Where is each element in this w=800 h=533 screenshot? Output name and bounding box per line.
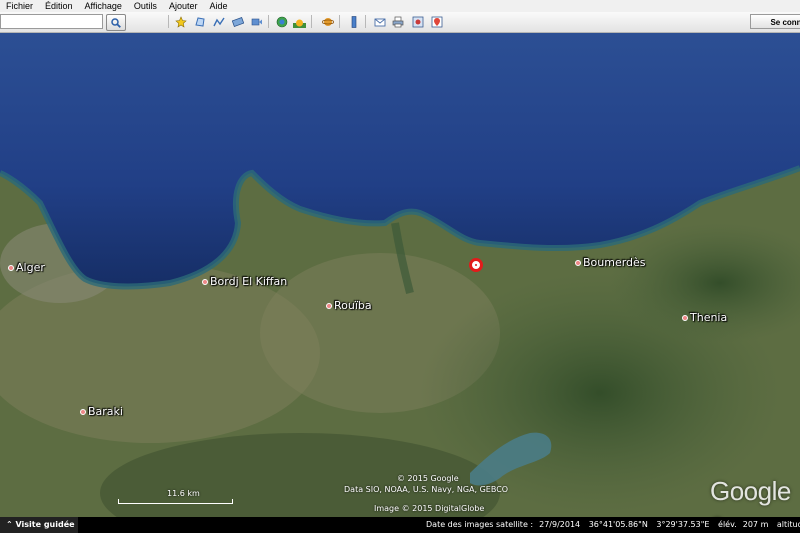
menu-edition[interactable]: Édition [39,0,79,12]
menu-bar: Fichier Édition Affichage Outils Ajouter… [0,0,800,12]
print-button[interactable] [390,14,405,29]
historical-imagery-icon [276,16,287,27]
search-button[interactable] [106,14,126,31]
imagery-date: 27/9/2014 [539,520,581,529]
add-overlay-button[interactable] [230,14,245,29]
toolbar-separator [311,15,312,28]
place-dot-icon [326,303,332,309]
scale-label: 11.6 km [167,489,200,498]
add-placemark-button[interactable] [173,14,188,29]
altitude-label: altitude [776,520,800,529]
status-readout: Date des images satellite : 27/9/2014 36°… [426,520,800,529]
satellite-imagery [0,33,800,533]
menu-fichier[interactable]: Fichier [0,0,39,12]
toolbar: Se conn [0,12,800,33]
place-dot-icon [8,265,14,271]
place-label-baraki[interactable]: Baraki [80,405,123,418]
toolbar-separator [339,15,340,28]
place-dot-icon [202,279,208,285]
save-image-button[interactable] [410,14,425,29]
place-label-boumerdes[interactable]: Boumerdès [575,256,646,269]
ruler-button[interactable] [346,14,361,29]
menu-affichage[interactable]: Affichage [79,0,128,12]
record-tour-button[interactable] [249,14,264,29]
search-input[interactable] [0,14,103,29]
data-sources-credit: Data SIO, NOAA, U.S. Navy, NGA, GEBCO [344,485,509,494]
elevation-readout: 207 m [742,520,769,529]
switch-planet-button[interactable] [320,14,335,29]
sunlight-button[interactable] [292,14,307,29]
place-label-bordj-el-kiffan[interactable]: Bordj El Kiffan [202,275,287,288]
place-dot-icon [682,315,688,321]
place-label-rouiba[interactable]: Rouïba [326,299,372,312]
email-button[interactable] [372,14,387,29]
place-dot-icon [575,260,581,266]
elevation-label: élév. [718,520,737,529]
toolbar-separator [168,15,169,28]
tour-icon [251,18,262,25]
save-image-icon [412,16,423,27]
chevron-up-icon: ⌃ [6,520,13,529]
earth-map-view[interactable]: Alger Bordj El Kiffan Rouïba Boumerdès T… [0,33,800,533]
ruler-icon [351,15,356,28]
view-in-maps-button[interactable] [429,14,444,29]
search-icon [111,17,121,28]
print-icon [392,16,403,27]
polygon-icon [194,16,205,27]
longitude-readout: 3°29'37.53"E [656,520,710,529]
imagery-credit: Image © 2015 DigitalGlobe [374,504,485,513]
planet-icon [321,17,334,26]
overlay-icon [231,16,244,27]
latitude-readout: 36°41'05.86"N [588,520,648,529]
add-path-button[interactable] [211,14,226,29]
toolbar-separator [365,15,366,28]
star-icon [174,15,187,28]
menu-ajouter[interactable]: Ajouter [163,0,204,12]
copyright-google: © 2015 Google [397,474,459,483]
toolbar-separator [268,15,269,28]
location-marker-icon[interactable] [469,258,483,272]
sun-icon [293,19,306,28]
path-icon [212,17,225,26]
place-label-alger[interactable]: Alger [8,261,45,274]
status-bar: ⌃ Visite guidée Date des images satellit… [0,517,800,533]
maps-icon [431,16,442,27]
email-icon [374,18,385,26]
historical-imagery-button[interactable] [274,14,289,29]
menu-aide[interactable]: Aide [203,0,233,12]
add-polygon-button[interactable] [192,14,207,29]
place-dot-icon [80,409,86,415]
imagery-date-label: Date des images satellite : [426,520,534,529]
sign-in-button[interactable]: Se conn [750,14,800,29]
guided-tour-button[interactable]: ⌃ Visite guidée [0,517,78,533]
place-label-thenia[interactable]: Thenia [682,311,727,324]
menu-outils[interactable]: Outils [128,0,163,12]
scale-bar [118,499,233,504]
